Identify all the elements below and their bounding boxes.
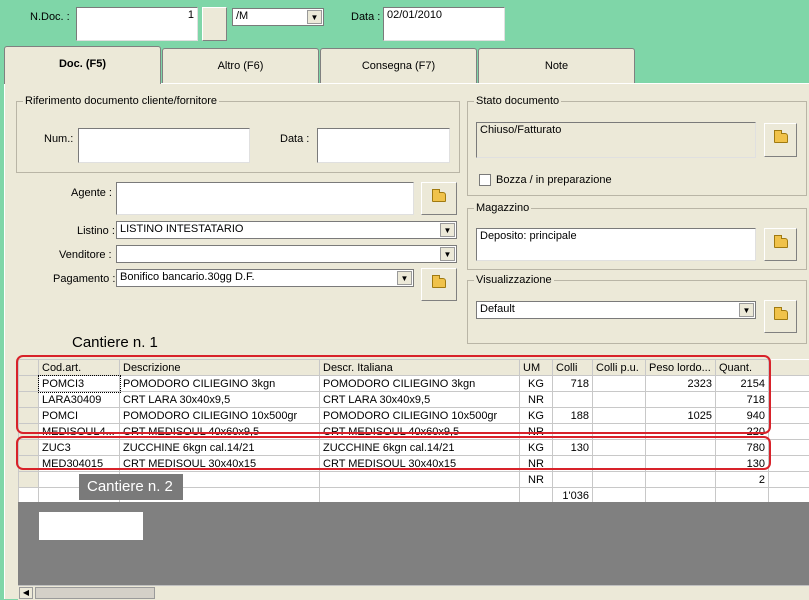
ndoc-input[interactable]: 1 (76, 7, 198, 41)
pagamento-folder-button[interactable] (421, 268, 457, 301)
cantiere-2-box (16, 436, 771, 470)
stato-folder-button[interactable] (764, 123, 797, 157)
series-value: /M (236, 10, 248, 22)
bozza-label: Bozza / in preparazione (496, 174, 612, 186)
rif-data-label: Data : (280, 133, 309, 145)
tab-consegna[interactable]: Consegna (F7) (320, 48, 477, 84)
ndoc-spin-button[interactable] (202, 7, 227, 41)
magazzino-input[interactable]: Deposito: principale (476, 228, 756, 261)
magazzino-folder-button[interactable] (764, 228, 797, 261)
cell-quant[interactable]: 2 (716, 472, 769, 488)
row-filler (769, 456, 809, 472)
stato-group: Stato documento Chiuso/Fatturato Bozza /… (467, 101, 807, 196)
row-filler (769, 376, 809, 392)
riferimento-group: Riferimento documento cliente/fornitore … (16, 101, 460, 173)
magazzino-group: Magazzino Deposito: principale (467, 208, 807, 270)
chevron-down-icon[interactable]: ▼ (307, 10, 322, 24)
series-select[interactable]: /M ▼ (232, 8, 324, 26)
white-panel (39, 512, 143, 540)
agente-folder-button[interactable] (421, 182, 457, 215)
scrollbar-thumb[interactable] (35, 587, 155, 599)
venditore-label: Venditore : (59, 249, 112, 261)
rif-num-input[interactable] (78, 128, 250, 163)
riferimento-title: Riferimento documento cliente/fornitore (23, 95, 219, 107)
ndoc-label: N.Doc. : (30, 11, 70, 23)
rif-num-label: Num.: (44, 133, 73, 145)
chevron-down-icon[interactable]: ▼ (739, 303, 754, 317)
tab-note[interactable]: Note (478, 48, 635, 84)
folder-icon (774, 133, 788, 143)
stato-title: Stato documento (474, 95, 561, 107)
row-filler (769, 424, 809, 440)
row-filler (769, 408, 809, 424)
visualizzazione-value: Default (480, 303, 515, 315)
scroll-left-icon[interactable]: ◀ (19, 587, 33, 599)
row-filler (769, 392, 809, 408)
chevron-down-icon[interactable]: ▼ (440, 223, 455, 237)
chevron-down-icon[interactable]: ▼ (397, 271, 412, 285)
folder-icon (774, 310, 788, 320)
stato-value: Chiuso/Fatturato (476, 122, 756, 158)
magazzino-title: Magazzino (474, 202, 531, 214)
visualizzazione-group: Visualizzazione Default ▼ (467, 280, 807, 344)
cell-colli[interactable] (553, 472, 593, 488)
listino-value: LISTINO INTESTATARIO (120, 223, 243, 235)
listino-label: Listino : (77, 225, 115, 237)
chevron-down-icon[interactable]: ▼ (440, 247, 455, 261)
cantiere-1-box (16, 355, 771, 434)
folder-icon (432, 278, 446, 288)
venditore-select[interactable]: ▼ (116, 245, 457, 263)
cell-colli_pu[interactable] (593, 472, 646, 488)
row-filler (769, 440, 809, 456)
visualizzazione-title: Visualizzazione (474, 274, 554, 286)
bozza-checkbox[interactable] (479, 174, 491, 186)
cantiere-1-annotation: Cantiere n. 1 (72, 334, 158, 351)
pagamento-value: Bonifico bancario.30gg D.F. (120, 271, 255, 283)
row-selector[interactable] (19, 472, 39, 488)
date-label: Data : (351, 11, 380, 23)
folder-icon (432, 192, 446, 202)
horizontal-scrollbar[interactable]: ◀ (18, 585, 809, 600)
tab-doc[interactable]: Doc. (F5) (4, 46, 161, 84)
date-input[interactable]: 02/01/2010 (383, 7, 505, 41)
agente-label: Agente : (71, 187, 112, 199)
tab-altro[interactable]: Altro (F6) (162, 48, 319, 84)
listino-select[interactable]: LISTINO INTESTATARIO ▼ (116, 221, 457, 239)
visualizzazione-select[interactable]: Default ▼ (476, 301, 756, 319)
cell-um[interactable]: NR (520, 472, 553, 488)
pagamento-select[interactable]: Bonifico bancario.30gg D.F. ▼ (116, 269, 414, 287)
agente-input[interactable] (116, 182, 414, 215)
table-filler (769, 360, 809, 376)
pagamento-label: Pagamento : (53, 273, 115, 285)
folder-icon (774, 238, 788, 248)
cell-descr_it[interactable] (320, 472, 520, 488)
doc-panel: Riferimento documento cliente/fornitore … (4, 83, 809, 599)
row-filler (769, 472, 809, 488)
cantiere-2-annotation: Cantiere n. 2 (79, 474, 183, 500)
cell-peso[interactable] (646, 472, 716, 488)
visualizzazione-folder-button[interactable] (764, 300, 797, 333)
rif-data-input[interactable] (317, 128, 450, 163)
